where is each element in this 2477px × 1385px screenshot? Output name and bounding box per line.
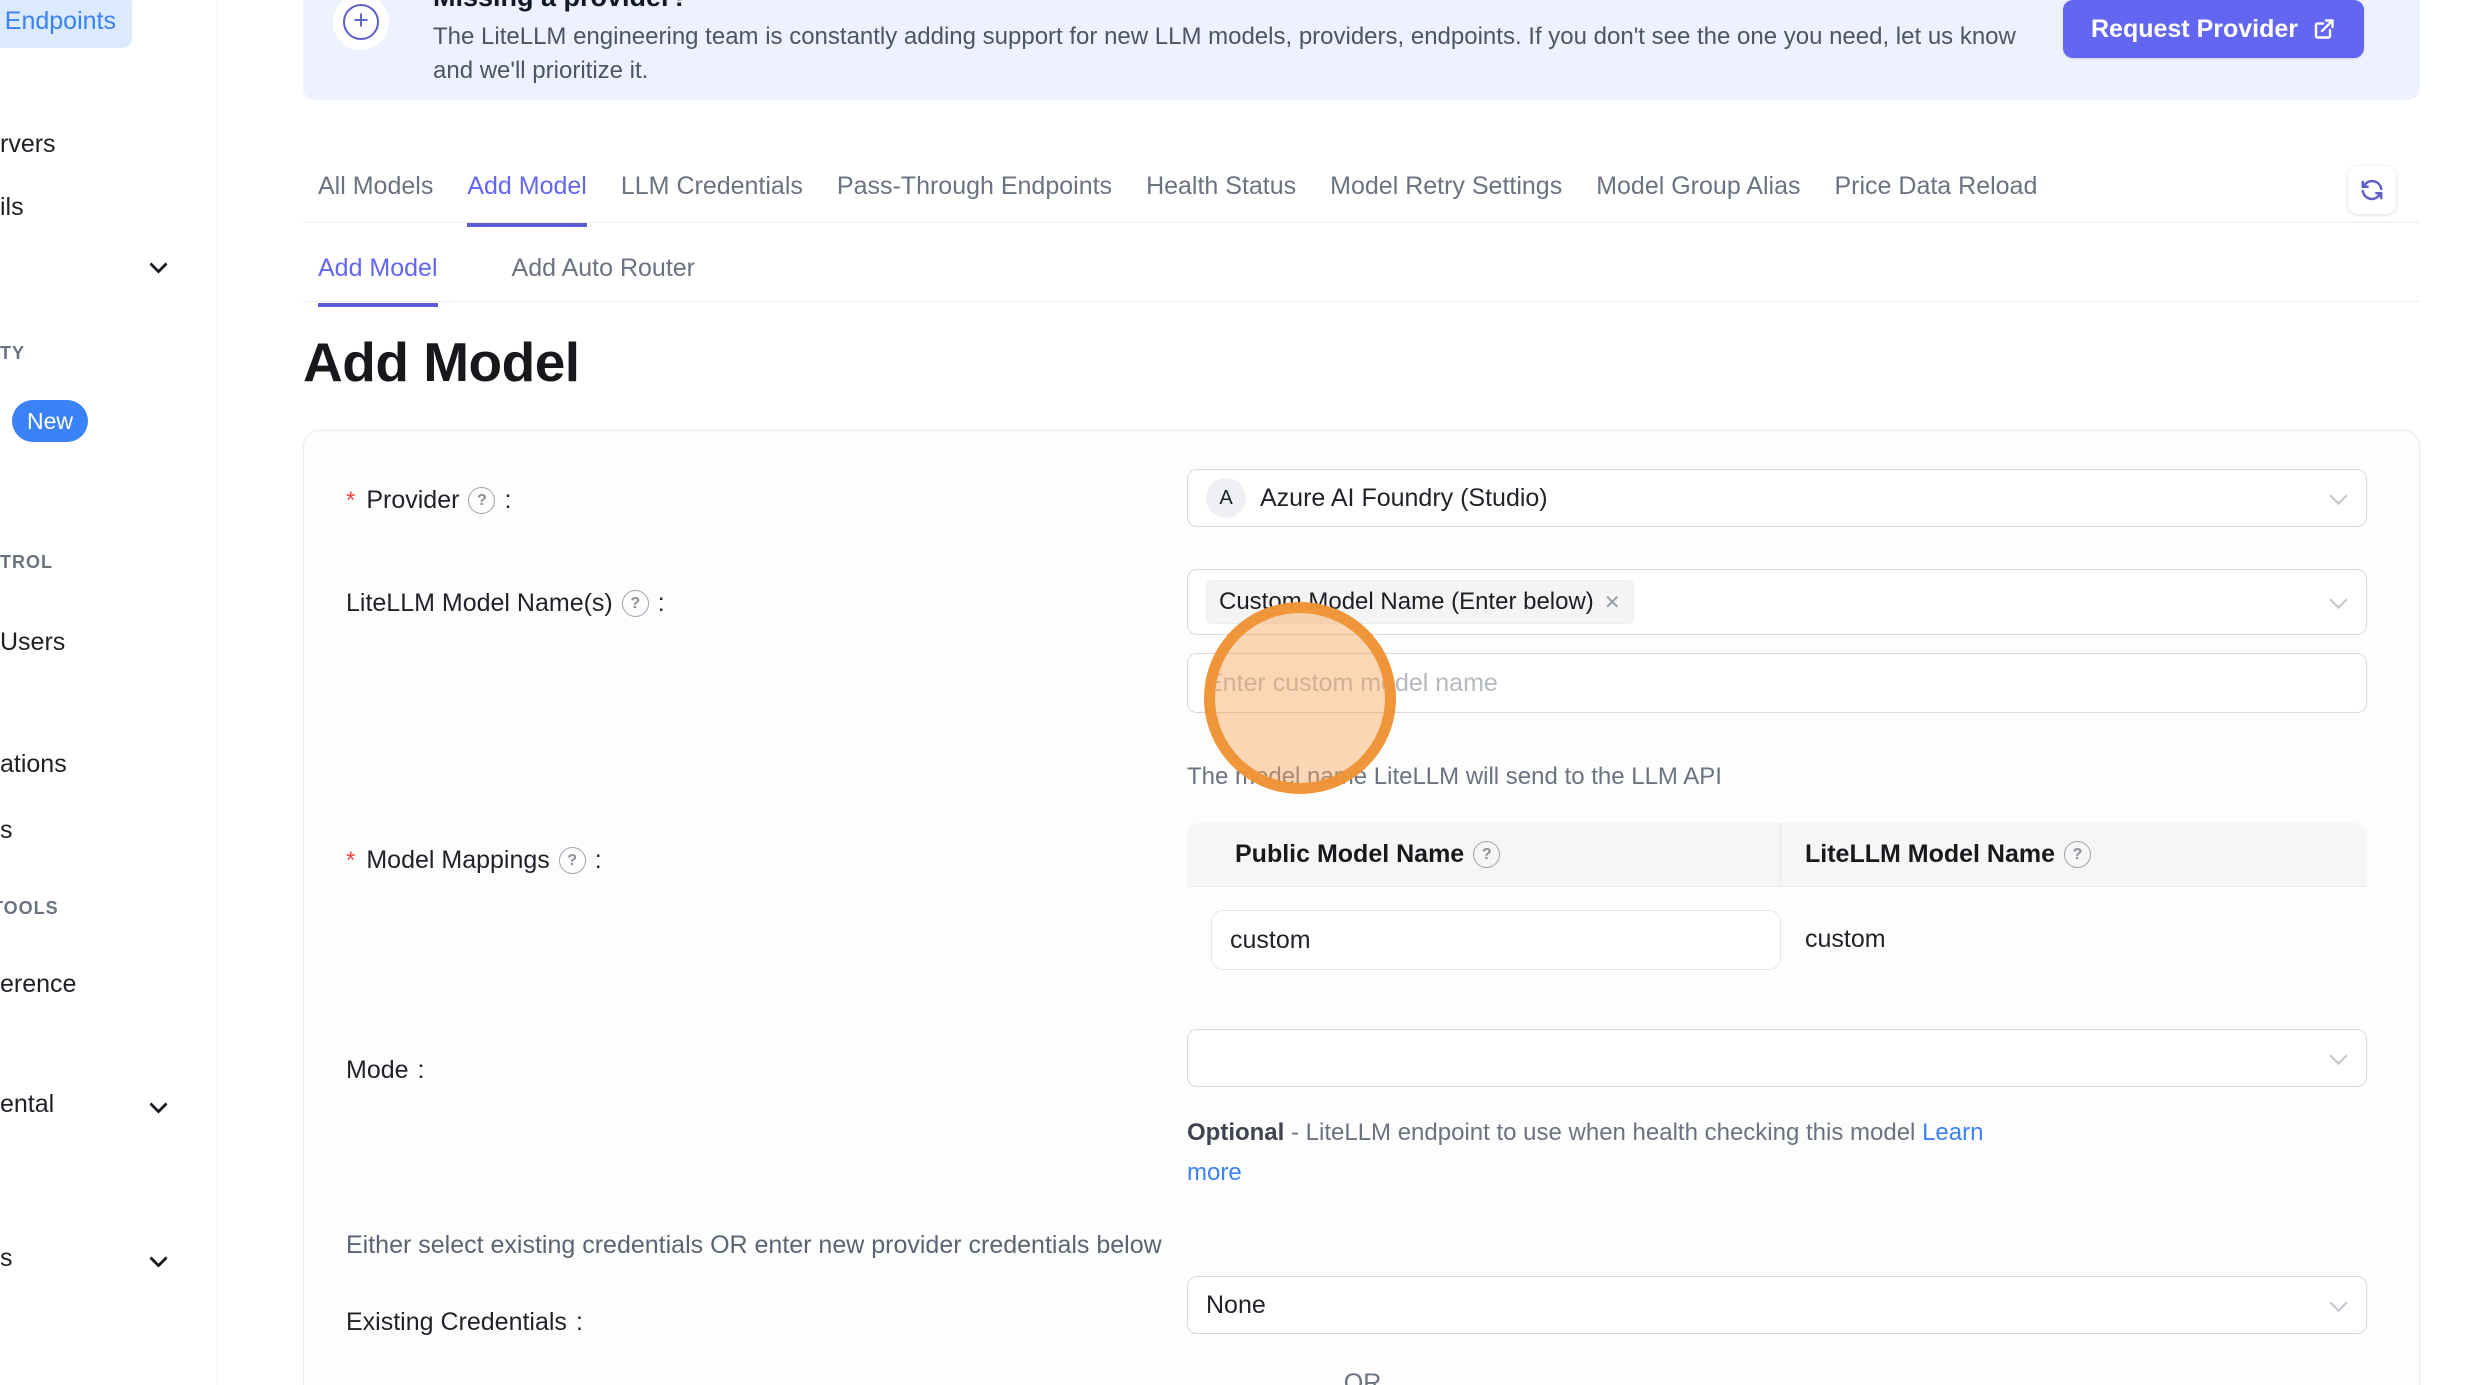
plus-circle-icon: + (333, 0, 389, 50)
tab-pass-through-endpoints[interactable]: Pass-Through Endpoints (837, 172, 1112, 227)
banner-body: The LiteLLM engineering team is constant… (433, 20, 2053, 88)
model-mappings-table-header: Public Model Name ? LiteLLM Model Name ? (1187, 823, 2367, 887)
provider-avatar: A (1206, 478, 1246, 518)
chevron-down-icon (2332, 593, 2346, 607)
tab-model-group-alias[interactable]: Model Group Alias (1596, 172, 1800, 227)
sidebar-item-new[interactable]: New (0, 398, 120, 444)
subtab-add-model[interactable]: Add Model (318, 254, 438, 307)
provider-value: Azure AI Foundry (Studio) (1260, 484, 1548, 513)
chevron-down-icon (2332, 1296, 2346, 1310)
chevron-down-icon (150, 1096, 168, 1114)
chevron-down-icon (2332, 1049, 2346, 1063)
model-names-multiselect[interactable]: Custom Model Name (Enter below) ✕ (1187, 569, 2367, 635)
add-model-subtabs: Add Model Add Auto Router (318, 254, 695, 307)
missing-provider-banner: + Missing a provider? The LiteLLM engine… (303, 0, 2420, 100)
provider-select[interactable]: A Azure AI Foundry (Studio) (1187, 469, 2367, 527)
existing-credentials-label: Existing Credentials : (346, 1308, 583, 1337)
sidebar-item-servers[interactable]: rvers (0, 130, 56, 159)
chevron-down-icon (2332, 489, 2346, 503)
chevron-down-icon (150, 256, 168, 274)
or-divider: OR (304, 1369, 2421, 1385)
model-hub-tabs: All Models Add Model LLM Credentials Pas… (318, 172, 2037, 227)
public-model-name-input[interactable]: custom (1211, 910, 1781, 970)
help-icon[interactable]: ? (559, 847, 586, 874)
sidebar-item-collapsible[interactable] (0, 252, 180, 282)
sidebar-item-endpoints-label: + Endpoints (0, 7, 116, 36)
model-names-label: LiteLLM Model Name(s) ? : (346, 589, 665, 618)
custom-model-name-tag: Custom Model Name (Enter below) ✕ (1206, 580, 1634, 624)
tab-add-model[interactable]: Add Model (467, 172, 587, 227)
tabs-divider (303, 222, 2420, 223)
tab-all-models[interactable]: All Models (318, 172, 433, 227)
mode-select[interactable] (1187, 1029, 2367, 1087)
sidebar-item-endpoints[interactable]: + Endpoints (0, 0, 132, 48)
sidebar-item-reference[interactable]: erence (0, 970, 76, 999)
tab-price-data-reload[interactable]: Price Data Reload (1834, 172, 2037, 227)
credentials-note: Either select existing credentials OR en… (346, 1231, 1162, 1260)
tab-health-status[interactable]: Health Status (1146, 172, 1296, 227)
sidebar-section-ty: TY (0, 343, 25, 364)
column-public-model-name: Public Model Name ? (1187, 823, 1781, 886)
banner-title: Missing a provider? (433, 0, 688, 13)
sidebar-item-ils[interactable]: ils (0, 193, 24, 222)
refresh-button[interactable] (2348, 166, 2396, 214)
sidebar-item-s1[interactable]: s (0, 816, 13, 845)
chevron-down-icon (150, 1250, 168, 1268)
litellm-model-name-value: custom (1805, 925, 1886, 954)
add-model-form-card: * Provider ? : A Azure AI Foundry (Studi… (303, 430, 2420, 1385)
required-marker: * (346, 847, 355, 875)
tab-model-retry-settings[interactable]: Model Retry Settings (1330, 172, 1562, 227)
mode-label: Mode : (346, 1056, 425, 1085)
help-icon[interactable]: ? (1473, 841, 1500, 868)
help-icon[interactable]: ? (2064, 841, 2091, 868)
mode-helper-text: Optional - LiteLLM endpoint to use when … (1187, 1113, 2037, 1193)
model-name-helper-text: The model name LiteLLM will send to the … (1187, 763, 1722, 791)
external-link-icon (2312, 17, 2336, 41)
litellm-admin-screen: + Endpoints rvers ils TY New TROL Users … (0, 0, 2477, 1385)
existing-credentials-select[interactable]: None (1187, 1276, 2367, 1334)
remove-tag-icon[interactable]: ✕ (1604, 590, 1621, 615)
subtabs-divider (303, 301, 2420, 302)
sidebar: + Endpoints rvers ils TY New TROL Users … (0, 0, 218, 1385)
tab-llm-credentials[interactable]: LLM Credentials (621, 172, 803, 227)
sidebar-section-trol: TROL (0, 552, 53, 573)
existing-credentials-value: None (1206, 1291, 1266, 1320)
request-provider-button[interactable]: Request Provider (2063, 0, 2364, 58)
sidebar-item-experimental[interactable]: ental (0, 1090, 180, 1119)
custom-model-name-placeholder: Enter custom model name (1206, 669, 1498, 698)
provider-label: * Provider ? : (346, 486, 511, 515)
subtab-add-auto-router[interactable]: Add Auto Router (512, 254, 695, 307)
new-badge: New (12, 400, 88, 442)
help-icon[interactable]: ? (468, 487, 495, 514)
column-litellm-model-name: LiteLLM Model Name ? (1781, 840, 2091, 869)
sidebar-section-tools: TOOLS (0, 898, 59, 919)
sidebar-item-organizations[interactable]: ations (0, 750, 67, 779)
page-title: Add Model (303, 330, 580, 394)
refresh-icon (2359, 177, 2385, 203)
required-marker: * (346, 487, 355, 515)
sidebar-item-users[interactable]: Users (0, 628, 65, 657)
model-mappings-label: * Model Mappings ? : (346, 846, 602, 875)
custom-model-name-input[interactable]: Enter custom model name (1187, 653, 2367, 713)
help-icon[interactable]: ? (622, 590, 649, 617)
sidebar-item-settings[interactable]: s (0, 1244, 180, 1273)
